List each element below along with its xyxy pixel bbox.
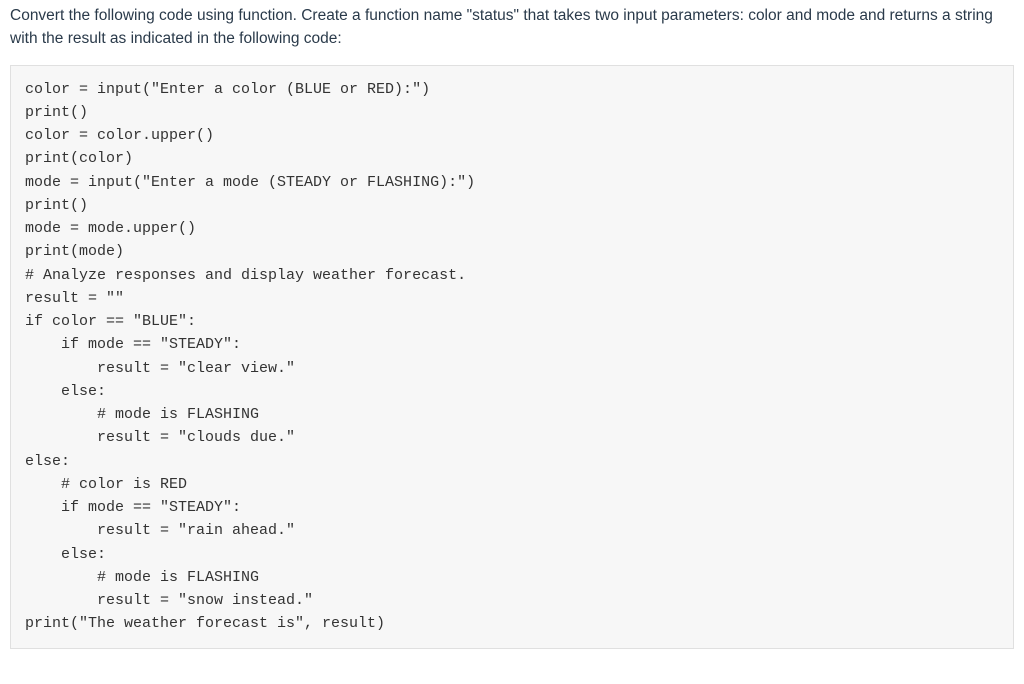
problem-instructions: Convert the following code using functio…	[0, 0, 1024, 65]
code-line: print("The weather forecast is", result)	[25, 612, 999, 635]
code-line: result = "rain ahead."	[25, 519, 999, 542]
code-line: result = "snow instead."	[25, 589, 999, 612]
code-line: # Analyze responses and display weather …	[25, 264, 999, 287]
code-line: result = ""	[25, 287, 999, 310]
code-line: # mode is FLASHING	[25, 566, 999, 589]
code-line: color = input("Enter a color (BLUE or RE…	[25, 78, 999, 101]
code-line: print()	[25, 101, 999, 124]
code-line: if mode == "STEADY":	[25, 496, 999, 519]
code-line: result = "clouds due."	[25, 426, 999, 449]
code-line: if mode == "STEADY":	[25, 333, 999, 356]
code-line: mode = input("Enter a mode (STEADY or FL…	[25, 171, 999, 194]
code-line: # color is RED	[25, 473, 999, 496]
code-line: mode = mode.upper()	[25, 217, 999, 240]
code-line: else:	[25, 543, 999, 566]
code-line: else:	[25, 380, 999, 403]
code-line: result = "clear view."	[25, 357, 999, 380]
code-line: if color == "BLUE":	[25, 310, 999, 333]
code-line: print()	[25, 194, 999, 217]
code-line: else:	[25, 450, 999, 473]
code-line: color = color.upper()	[25, 124, 999, 147]
code-line: print(mode)	[25, 240, 999, 263]
code-line: print(color)	[25, 147, 999, 170]
code-line: # mode is FLASHING	[25, 403, 999, 426]
code-block: color = input("Enter a color (BLUE or RE…	[10, 65, 1014, 649]
